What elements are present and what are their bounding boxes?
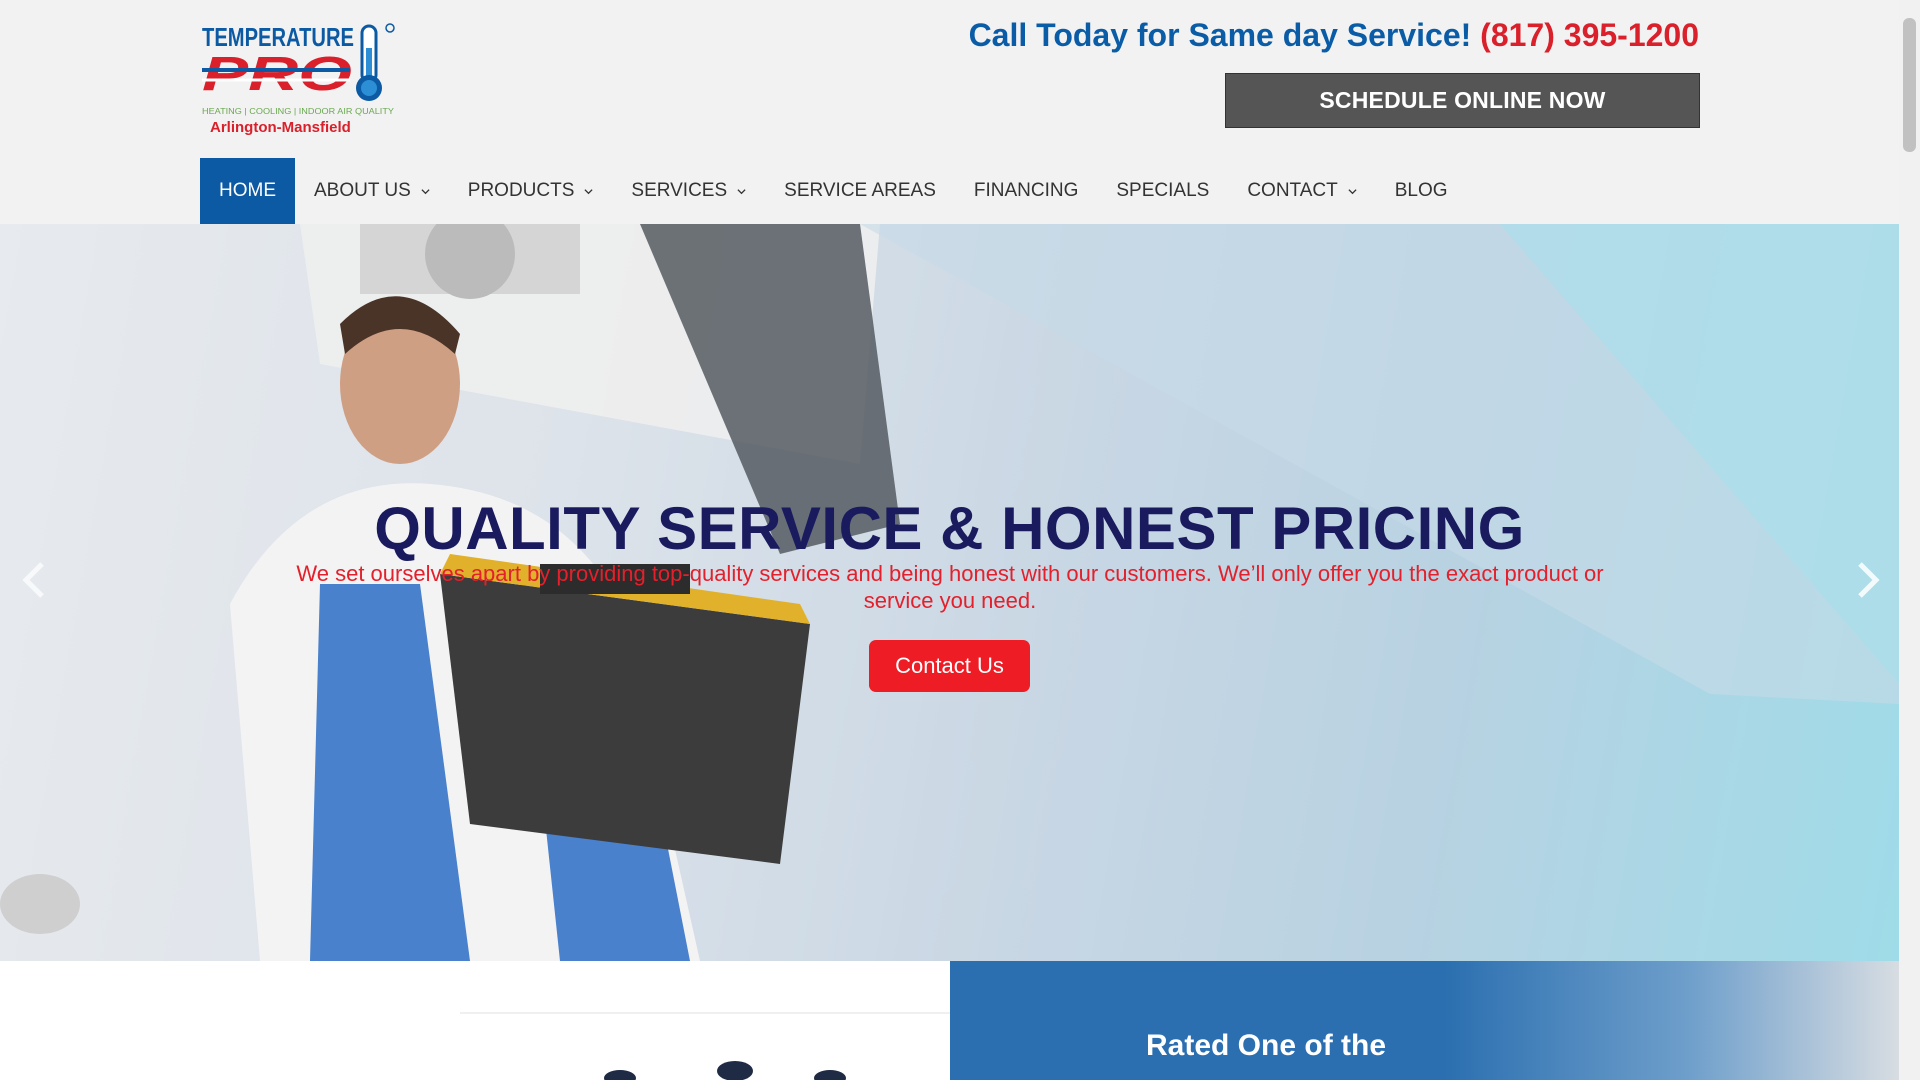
scrollbar-thumb[interactable]	[1903, 18, 1916, 152]
nav-item-label: SERVICE AREAS	[784, 180, 936, 201]
team-photo-section	[0, 961, 950, 1080]
site-header: TEMPERATURE PRO HEATING | COOLING | INDO…	[0, 0, 1899, 224]
nav-item-products[interactable]: PRODUCTS	[449, 158, 613, 224]
chevron-right-icon[interactable]	[1852, 560, 1882, 600]
page: TEMPERATURE PRO HEATING | COOLING | INDO…	[0, 0, 1899, 1080]
nav-item-label: BLOG	[1394, 180, 1448, 201]
chevron-down-icon	[421, 188, 430, 194]
nav-item-blog[interactable]: BLOG	[1376, 158, 1467, 224]
nav-item-financing[interactable]: FINANCING	[955, 158, 1098, 224]
chevron-down-icon	[1348, 188, 1357, 194]
nav-item-label: FINANCING	[973, 180, 1079, 201]
contact-us-button[interactable]: Contact Us	[869, 640, 1030, 692]
nav-item-service-areas[interactable]: SERVICE AREAS	[765, 158, 955, 224]
nav-item-label: ABOUT US	[314, 180, 411, 201]
call-today-text: Call Today for Same day Service! (817) 3…	[969, 17, 1699, 54]
hero-slider: QUALITY SERVICE & HONEST PRICING We set …	[0, 224, 1899, 961]
nav-item-specials[interactable]: SPECIALS	[1097, 158, 1228, 224]
chevron-left-icon[interactable]	[20, 560, 50, 600]
nav-item-about-us[interactable]: ABOUT US	[295, 158, 449, 224]
logo-location: Arlington-Mansfield	[210, 119, 351, 136]
main-nav: HOME ABOUT US PRODUCTS SERVICES SERVICE AREA…	[200, 158, 1467, 224]
logo[interactable]: TEMPERATURE PRO HEATING | COOLING | INDO…	[200, 18, 400, 140]
nav-item-contact[interactable]: CONTACT	[1228, 158, 1375, 224]
team-photo	[460, 1012, 950, 1080]
nav-item-services[interactable]: SERVICES	[612, 158, 765, 224]
schedule-online-button[interactable]: SCHEDULE ONLINE NOW	[1225, 73, 1700, 128]
hero-subtitle: We set ourselves apart by providing top-…	[296, 561, 1604, 613]
phone-link[interactable]: (817) 395-1200	[1480, 17, 1699, 53]
chevron-down-icon	[584, 188, 593, 194]
hero-title: QUALITY SERVICE & HONEST PRICING	[374, 495, 1525, 562]
nav-item-home[interactable]: HOME	[200, 158, 295, 224]
rated-heading: Rated One of the	[1146, 1029, 1387, 1062]
nav-item-label: SERVICES	[631, 180, 728, 201]
logo-tagline: HEATING | COOLING | INDOOR AIR QUALITY	[202, 107, 395, 116]
page-scrollbar[interactable]	[1899, 0, 1920, 1080]
nav-item-label: SPECIALS	[1116, 180, 1210, 201]
nav-item-label: HOME	[219, 180, 276, 201]
chevron-down-icon	[737, 188, 746, 194]
rated-section: Rated One of the	[950, 961, 1899, 1080]
nav-item-label: PRODUCTS	[467, 180, 575, 201]
nav-item-label: CONTACT	[1247, 180, 1338, 201]
logo-brand-main: PRO	[202, 48, 352, 101]
call-text: Call Today for Same day Service!	[968, 17, 1472, 53]
